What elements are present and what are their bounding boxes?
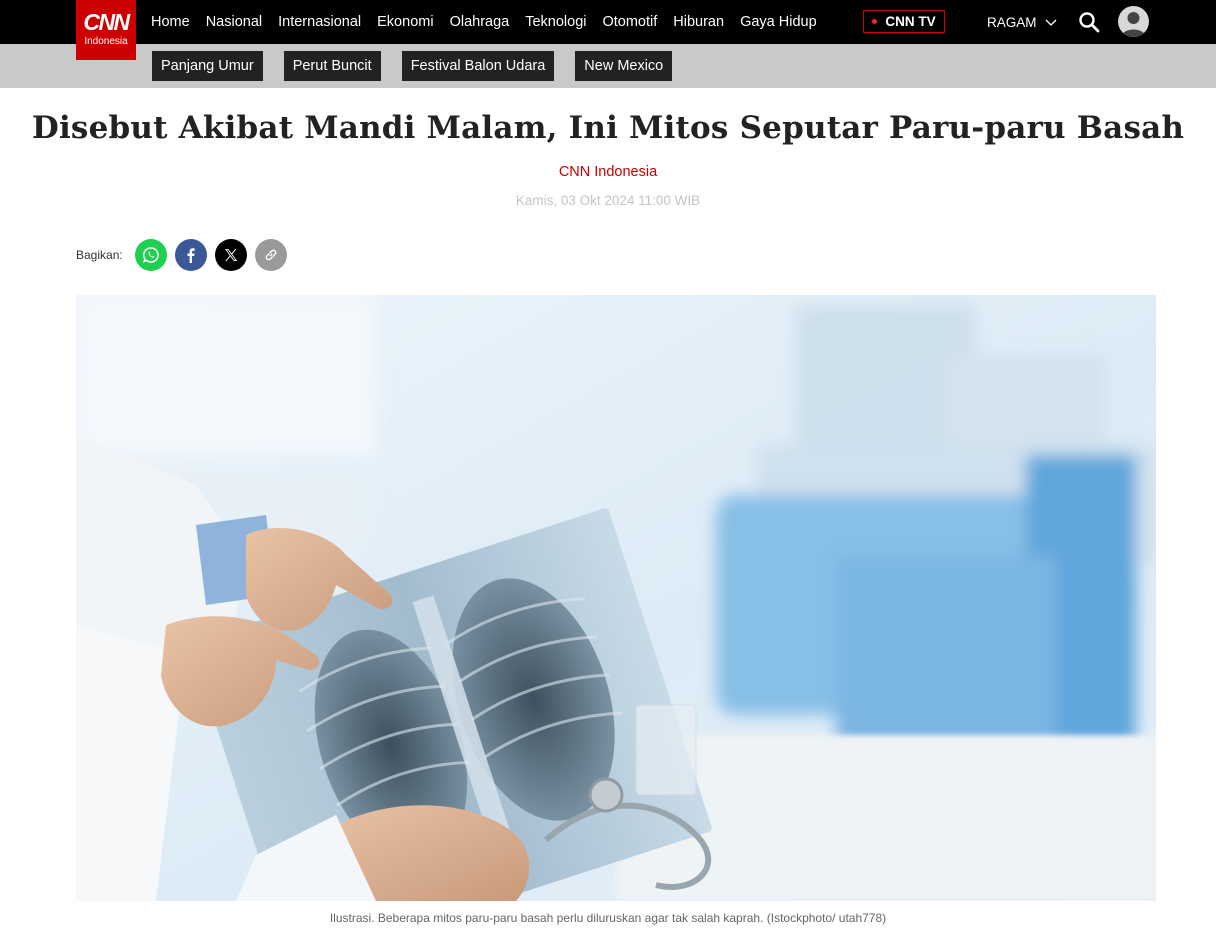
nav-item-otomotif[interactable]: Otomotif [602, 14, 657, 30]
article-date: Kamis, 03 Okt 2024 11:00 WIB [515, 193, 701, 208]
user-avatar-icon[interactable] [1118, 6, 1149, 37]
nav-item-hiburan[interactable]: Hiburan [673, 14, 724, 30]
cnn-tv-label: CNN TV [885, 14, 936, 29]
main-nav: Home Nasional Internasional Ekonomi Olah… [151, 0, 833, 44]
article-source[interactable]: CNN Indonesia [0, 164, 1216, 180]
nav-item-nasional[interactable]: Nasional [206, 14, 262, 30]
share-x-button[interactable] [214, 239, 247, 271]
trending-tags-bar: Panjang Umur Perut Buncit Festival Balon… [0, 44, 1216, 88]
nav-item-olahraga[interactable]: Olahraga [450, 14, 510, 30]
cnn-tv-live-button[interactable]: CNN TV [863, 10, 945, 33]
share-whatsapp-button[interactable] [134, 239, 167, 271]
nav-item-internasional[interactable]: Internasional [278, 14, 361, 30]
image-caption: Ilustrasi. Beberapa mitos paru-paru basa… [329, 911, 887, 925]
share-bar: Bagikan: [76, 239, 295, 271]
nav-item-teknologi[interactable]: Teknologi [525, 14, 586, 30]
logo-text: CNN [83, 9, 130, 35]
xray-illustration [76, 295, 1156, 901]
chevron-down-icon [1045, 19, 1056, 26]
search-icon[interactable] [1078, 11, 1100, 33]
copy-link-button[interactable] [254, 239, 287, 271]
logo-subtext: Indonesia [84, 36, 128, 47]
ragam-dropdown[interactable]: RAGAM [987, 0, 1057, 44]
facebook-icon [187, 248, 195, 263]
x-icon [224, 249, 237, 261]
article-title: Disebut Akibat Mandi Malam, Ini Mitos Se… [31, 110, 1185, 146]
share-label: Bagikan: [76, 248, 123, 262]
share-facebook-button[interactable] [174, 239, 207, 271]
tag-panjang-umur[interactable]: Panjang Umur [152, 51, 263, 81]
nav-item-ekonomi[interactable]: Ekonomi [377, 14, 433, 30]
nav-item-home[interactable]: Home [151, 14, 190, 30]
live-dot-icon [872, 19, 878, 24]
ragam-label: RAGAM [987, 14, 1037, 30]
whatsapp-icon [142, 247, 159, 263]
cnn-indonesia-logo[interactable]: CNN Indonesia [76, 0, 136, 60]
link-icon [265, 249, 277, 261]
top-navigation-bar: Home Nasional Internasional Ekonomi Olah… [0, 0, 1216, 44]
nav-item-gaya-hidup[interactable]: Gaya Hidup [740, 14, 817, 30]
tag-perut-buncit[interactable]: Perut Buncit [283, 51, 381, 81]
tag-new-mexico[interactable]: New Mexico [575, 51, 673, 81]
tag-festival-balon-udara[interactable]: Festival Balon Udara [401, 51, 555, 81]
article-hero-image [76, 295, 1156, 901]
